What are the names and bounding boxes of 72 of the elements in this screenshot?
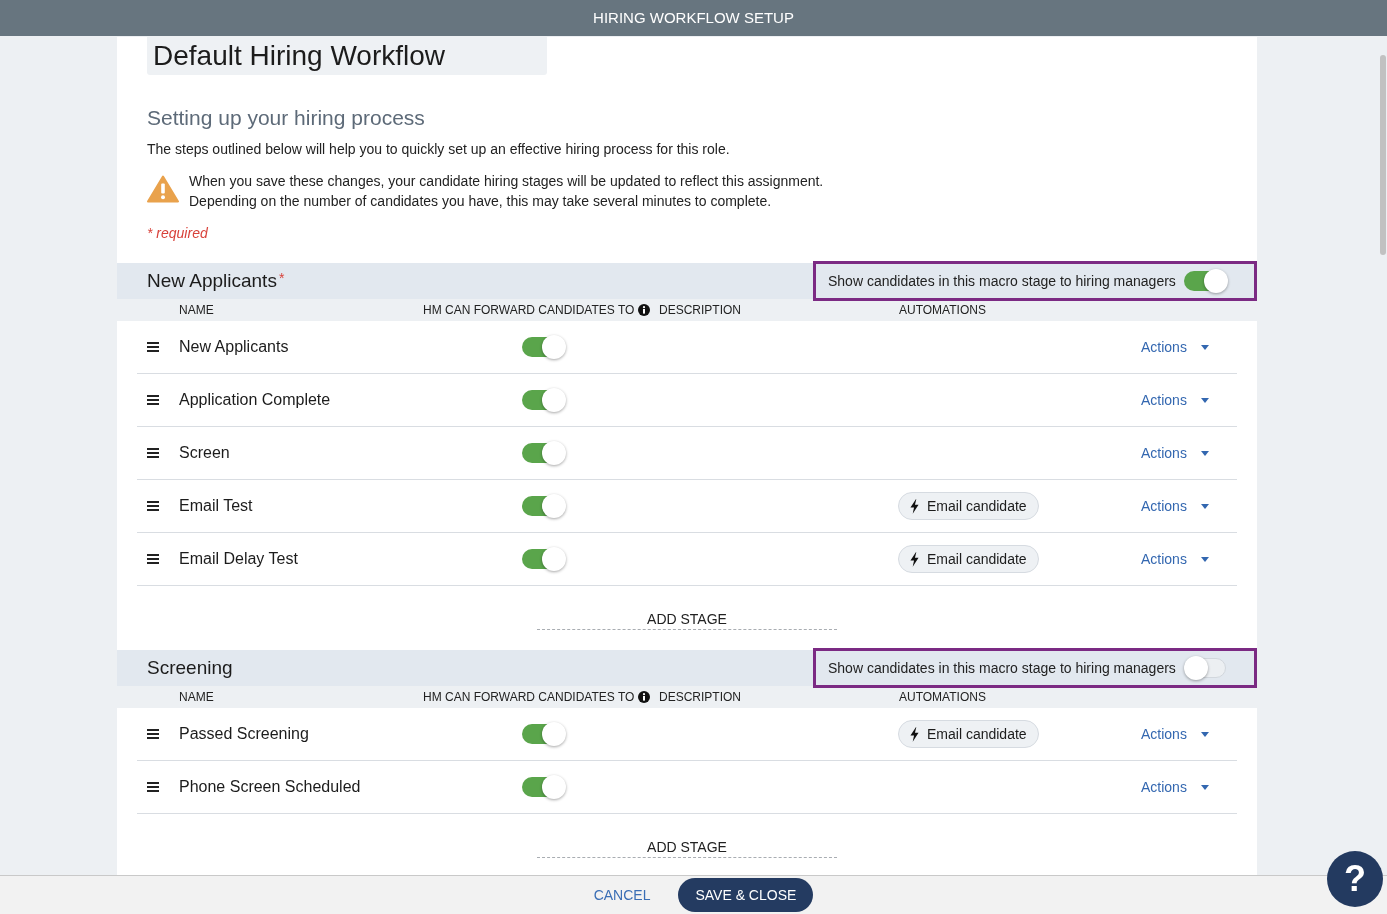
visibility-label: Show candidates in this macro stage to hiring managers — [828, 271, 1176, 291]
drag-handle-icon[interactable] — [147, 782, 159, 792]
lightning-bolt-icon — [910, 726, 919, 742]
actions-dropdown[interactable]: Actions — [1141, 442, 1209, 464]
drag-handle-icon[interactable] — [147, 395, 159, 405]
section-title: New Applicants — [147, 269, 277, 293]
actions-dropdown[interactable]: Actions — [1141, 723, 1209, 745]
actions-dropdown[interactable]: Actions — [1141, 495, 1209, 517]
add-stage-button[interactable]: ADD STAGE — [537, 609, 837, 630]
stage-name: Email Delay Test — [179, 549, 299, 569]
lightning-bolt-icon — [910, 498, 919, 514]
column-header: AUTOMATIONS — [899, 689, 986, 706]
lightning-bolt-icon — [910, 551, 919, 567]
stage-name: Application Complete — [179, 390, 332, 410]
stage-name: New Applicants — [179, 337, 290, 357]
workflow-name-field[interactable]: Default Hiring Workflow — [147, 37, 547, 75]
drag-handle-icon[interactable] — [147, 342, 159, 352]
forward-toggle[interactable] — [522, 494, 566, 518]
intro-text: The steps outlined below will help you to quickly set up an effective hiring process for this role. — [147, 140, 731, 159]
column-header: NAME — [179, 302, 214, 319]
column-header: DESCRIPTION — [659, 302, 741, 319]
forward-toggle[interactable] — [522, 722, 566, 746]
stage-name: Screen — [179, 443, 231, 463]
drag-handle-icon[interactable] — [147, 554, 159, 564]
warning-text: When you save these changes, your candidate hiring stages will be updated to reflect this assignment. — [189, 172, 824, 191]
actions-dropdown[interactable]: Actions — [1141, 389, 1209, 411]
stage-name: Email Test — [179, 496, 254, 516]
drag-handle-icon[interactable] — [147, 448, 159, 458]
caret-icon — [1200, 784, 1209, 790]
actions-dropdown[interactable]: Actions — [1141, 548, 1209, 570]
column-header: HM CAN FORWARD CANDIDATES TO — [423, 689, 635, 706]
help-button[interactable]: ? — [1327, 851, 1383, 907]
forward-toggle[interactable] — [522, 775, 566, 799]
visibility-label: Show candidates in this macro stage to hiring managers — [828, 658, 1176, 678]
warning-icon — [147, 175, 179, 203]
drag-handle-icon[interactable] — [147, 501, 159, 511]
forward-toggle[interactable] — [522, 547, 566, 571]
column-header: DESCRIPTION — [659, 689, 741, 706]
column-header: HM CAN FORWARD CANDIDATES TO — [423, 302, 635, 319]
automation-tag[interactable]: Email candidate — [898, 720, 1039, 748]
automation-tag[interactable]: Email candidate — [898, 492, 1039, 520]
warning-text: Depending on the number of candidates you have, this may take several minutes to complete. — [189, 192, 773, 211]
forward-toggle[interactable] — [522, 335, 566, 359]
page-heading: Setting up your hiring process — [147, 105, 426, 131]
caret-icon — [1200, 503, 1209, 509]
required-mark: * — [278, 269, 285, 287]
scrollbar-thumb[interactable] — [1380, 55, 1386, 255]
caret-icon — [1200, 397, 1209, 403]
column-header: AUTOMATIONS — [899, 302, 986, 319]
window-title: HIRING WORKFLOW SETUP — [593, 7, 794, 28]
caret-icon — [1200, 344, 1209, 350]
add-stage-button[interactable]: ADD STAGE — [537, 837, 837, 858]
section-title: Screening — [147, 656, 233, 680]
save-close-button[interactable]: SAVE & CLOSE — [678, 878, 814, 912]
column-header: NAME — [179, 689, 214, 706]
caret-icon — [1200, 450, 1209, 456]
info-icon — [638, 304, 651, 316]
drag-handle-icon[interactable] — [147, 729, 159, 739]
actions-dropdown[interactable]: Actions — [1141, 336, 1209, 358]
automation-tag[interactable]: Email candidate — [898, 545, 1039, 573]
cancel-link[interactable]: CANCEL — [593, 884, 651, 906]
caret-icon — [1200, 556, 1209, 562]
stage-name: Passed Screening — [179, 724, 310, 744]
stage-name: Phone Screen Scheduled — [179, 777, 362, 797]
visibility-toggle[interactable] — [1183, 656, 1228, 680]
required-note: * required — [147, 224, 209, 243]
info-icon — [638, 691, 651, 703]
actions-dropdown[interactable]: Actions — [1141, 776, 1209, 798]
forward-toggle[interactable] — [522, 388, 566, 412]
visibility-toggle[interactable] — [1183, 269, 1228, 293]
forward-toggle[interactable] — [522, 441, 566, 465]
caret-icon — [1200, 731, 1209, 737]
